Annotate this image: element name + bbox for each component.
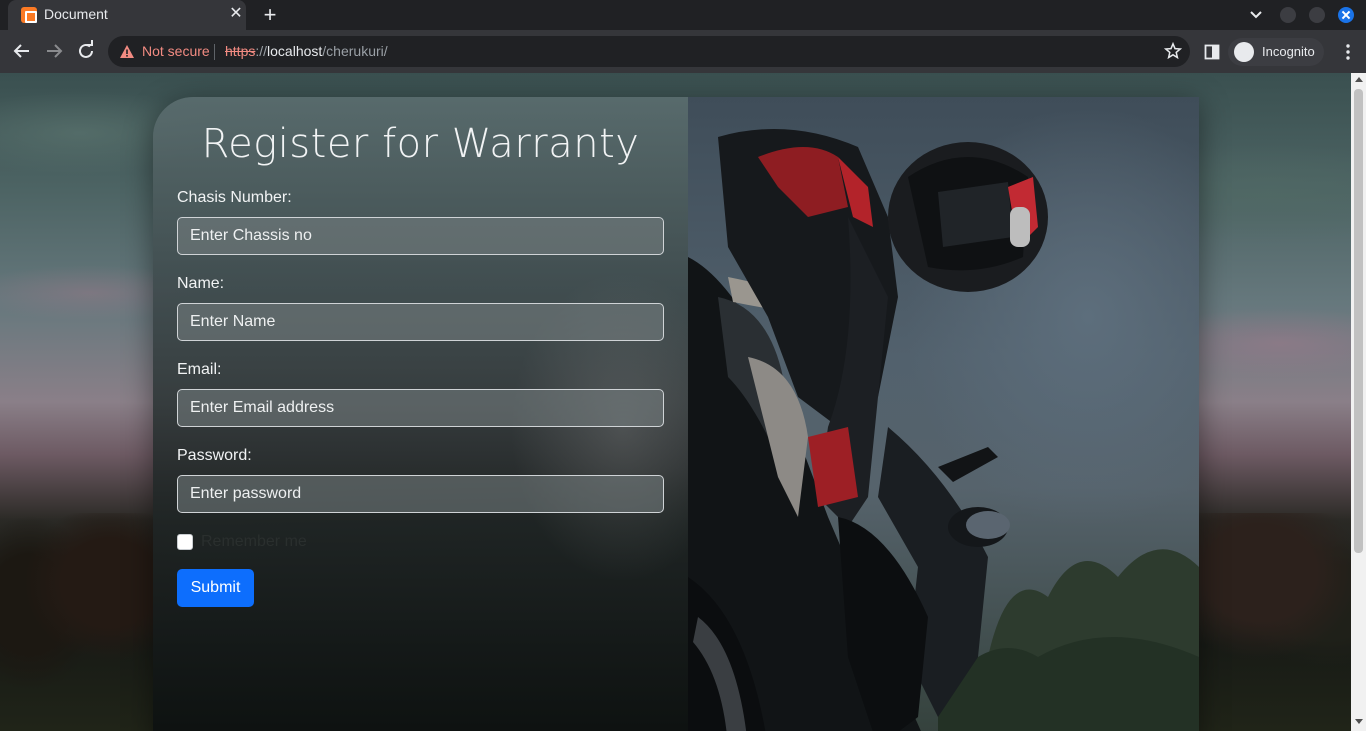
incognito-profile-button[interactable]: Incognito [1228,38,1324,66]
chassis-input[interactable] [177,217,664,255]
url-path: /cherukuri/ [322,43,388,59]
minimize-button[interactable] [1280,7,1296,23]
name-input[interactable] [177,303,664,341]
url-scheme: https [225,43,256,59]
rider-illustration [688,129,1199,731]
security-status[interactable]: Not secure [142,43,210,59]
close-window-button[interactable] [1338,7,1354,23]
name-label: Name: [177,275,225,292]
page-scrollbar[interactable] [1351,73,1366,731]
registration-form: Register for Warranty Chasis Number: Nam… [153,97,688,731]
browser-toolbar: Not secure https://localhost/cherukuri/ … [0,30,1366,73]
remember-checkbox[interactable] [177,534,193,550]
scroll-down-arrow-icon[interactable] [1355,719,1363,724]
forward-arrow-icon[interactable] [41,38,67,64]
scroll-up-arrow-icon[interactable] [1355,77,1363,82]
bookmark-star-icon[interactable] [1164,42,1182,60]
email-input[interactable] [177,389,664,427]
password-input[interactable] [177,475,664,513]
chassis-label: Chasis Number: [177,189,292,206]
warranty-card: Register for Warranty Chasis Number: Nam… [153,97,1199,731]
url-text[interactable]: https://localhost/cherukuri/ [225,43,388,59]
reload-icon[interactable] [73,38,99,64]
submit-button[interactable]: Submit [177,569,254,607]
scroll-thumb[interactable] [1354,89,1363,553]
url-host: localhost [267,43,323,59]
incognito-icon [1234,42,1254,62]
password-label: Password: [177,447,252,464]
warning-icon [120,45,134,58]
xampp-favicon-icon [21,7,37,23]
chevron-down-icon[interactable] [1246,5,1266,25]
tab-title: Document [44,6,108,22]
browser-tab[interactable]: Document ✕ [8,0,246,30]
kebab-menu-icon[interactable] [1338,42,1358,62]
address-bar[interactable]: Not secure https://localhost/cherukuri/ [108,36,1190,67]
profile-label: Incognito [1262,44,1315,59]
email-label: Email: [177,361,222,378]
remember-label[interactable]: Remember me [201,533,307,551]
close-icon[interactable]: ✕ [226,4,246,24]
url-separator: :// [255,43,268,59]
divider [214,44,215,60]
page-title: Register for Warranty [201,121,640,167]
maximize-button[interactable] [1309,7,1325,23]
tab-strip: Document ✕ + [0,0,1366,30]
page-background: Register for Warranty Chasis Number: Nam… [0,73,1351,731]
plus-icon[interactable]: + [258,3,282,27]
back-arrow-icon[interactable] [9,38,35,64]
motorcycle-rider-image [688,97,1199,731]
side-panel-icon[interactable] [1204,44,1220,60]
